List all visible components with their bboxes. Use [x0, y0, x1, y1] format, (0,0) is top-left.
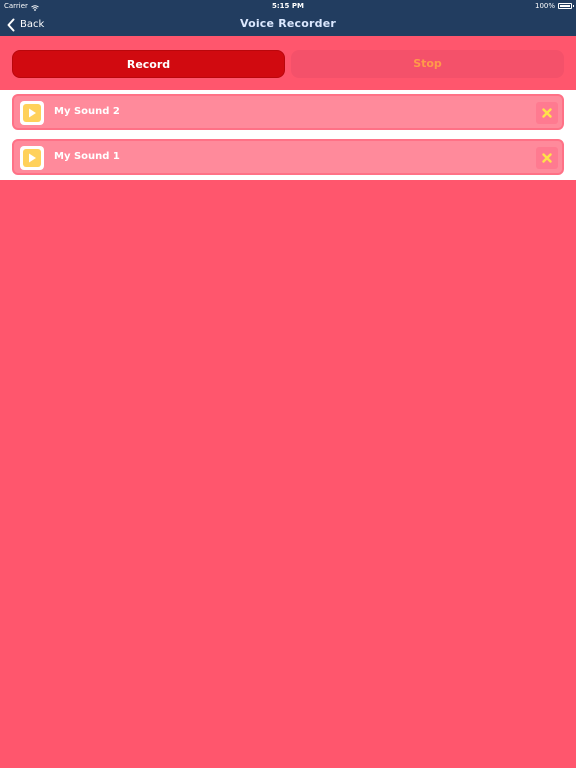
play-icon [29, 108, 36, 118]
recording-name: My Sound 2 [54, 106, 120, 117]
close-icon [542, 108, 552, 118]
battery-percent: 100% [534, 2, 555, 10]
navigation-bar: Back Voice Recorder [0, 12, 576, 36]
close-icon [542, 153, 552, 163]
recorder-controls: Record Stop [0, 36, 576, 90]
stop-button[interactable]: Stop [291, 50, 564, 78]
list-item[interactable]: My Sound 2 [12, 94, 564, 130]
delete-button[interactable] [536, 147, 558, 169]
play-button[interactable] [20, 146, 44, 170]
play-icon [29, 153, 36, 163]
top-bar: Carrier 5:15 PM 100% Back Voice Recorder [0, 0, 576, 36]
status-bar: Carrier 5:15 PM 100% [0, 0, 576, 12]
record-button[interactable]: Record [12, 50, 285, 78]
recordings-list: My Sound 2 My Sound 1 [0, 90, 576, 180]
battery-indicator: 100% [534, 0, 574, 12]
list-item[interactable]: My Sound 1 [12, 139, 564, 175]
battery-icon [558, 3, 574, 9]
recording-name: My Sound 1 [54, 151, 120, 162]
play-button[interactable] [20, 101, 44, 125]
delete-button[interactable] [536, 102, 558, 124]
clock: 5:15 PM [272, 2, 304, 10]
page-title: Voice Recorder [239, 17, 337, 30]
